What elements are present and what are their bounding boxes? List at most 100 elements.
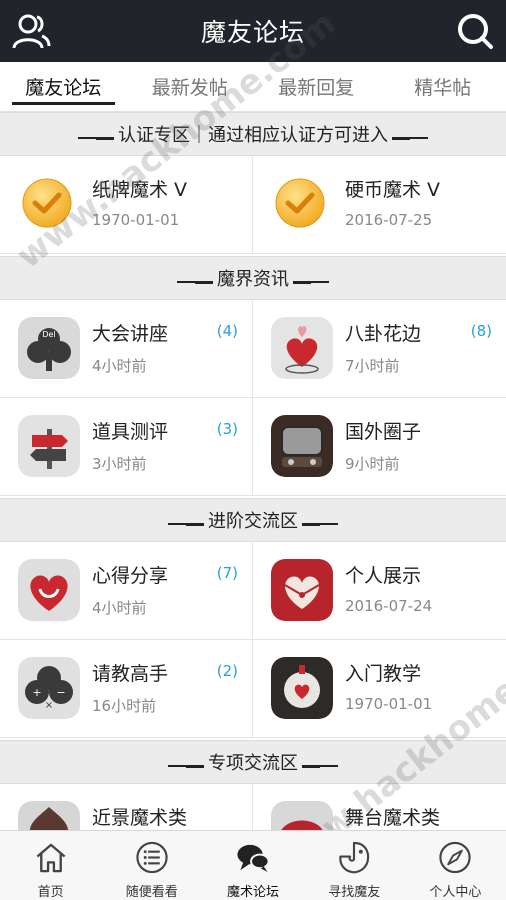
red-umbrella-icon xyxy=(271,801,333,830)
search-icon[interactable] xyxy=(456,12,494,50)
forum-name: 国外圈子 xyxy=(345,421,422,443)
svg-text:+: + xyxy=(32,686,41,699)
forum-card-beginner[interactable]: 入门教学 1970-01-01 xyxy=(253,640,506,737)
forum-row: 近景魔术类 舞台魔术类 xyxy=(0,784,506,830)
forum-name: 道具测评 xyxy=(92,421,169,443)
section-header-news: 魔界资讯 xyxy=(0,256,506,300)
forum-time: 7小时前 xyxy=(345,357,400,375)
forum-time: 1970-01-01 xyxy=(92,211,180,229)
title-decoration xyxy=(168,758,204,768)
forum-time: 4小时前 xyxy=(92,599,147,617)
spade-hat-icon xyxy=(18,801,80,830)
forum-name: 大会讲座 xyxy=(92,323,169,345)
tv-icon xyxy=(271,415,333,477)
nav-label: 首页 xyxy=(37,885,64,900)
tab-latest-posts[interactable]: 最新发帖 xyxy=(127,62,254,111)
forum-time: 9小时前 xyxy=(345,455,400,473)
nav-label: 魔术论坛 xyxy=(227,885,280,900)
title-decoration xyxy=(302,758,338,768)
section-title: 认证专区｜通过相应认证方可进入 xyxy=(118,125,388,146)
title-decoration xyxy=(302,516,338,526)
new-post-count: (8) xyxy=(470,322,492,340)
new-post-count: (4) xyxy=(216,322,238,340)
forum-card-gossip[interactable]: 八卦花边 7小时前 (8) xyxy=(253,300,506,397)
svg-text:Del: Del xyxy=(42,330,55,339)
nav-find-friends[interactable]: 寻找魔友 xyxy=(304,831,405,900)
forum-row: + − × 请教高手 16小时前 (2) 入门教学 1970-01-01 xyxy=(0,640,506,738)
check-badge-icon xyxy=(22,178,72,228)
forum-card-prop-review[interactable]: 道具测评 3小时前 (3) xyxy=(0,398,253,495)
forum-card-ask-experts[interactable]: + − × 请教高手 16小时前 (2) xyxy=(0,640,253,737)
forum-card-overseas[interactable]: 国外圈子 9小时前 xyxy=(253,398,506,495)
club-calculator-icon: + − × xyxy=(18,657,80,719)
nav-profile[interactable]: 个人中心 xyxy=(405,831,506,900)
forum-card-showcase[interactable]: 个人展示 2016-07-24 xyxy=(253,542,506,639)
forum-time: 16小时前 xyxy=(92,697,157,715)
check-badge-icon xyxy=(275,178,325,228)
forum-time: 1970-01-01 xyxy=(345,695,433,713)
forum-name: 个人展示 xyxy=(345,565,422,587)
section-title: 进阶交流区 xyxy=(208,511,298,532)
nav-label: 随便看看 xyxy=(125,885,178,900)
find-friend-icon xyxy=(339,841,370,874)
page-title: 魔友论坛 xyxy=(200,18,305,47)
forum-card-closeup[interactable]: 近景魔术类 xyxy=(0,784,253,830)
section-header-advanced: 进阶交流区 xyxy=(0,498,506,542)
new-post-count: (7) xyxy=(216,564,238,582)
list-icon xyxy=(136,841,168,874)
heart-card-icon xyxy=(271,657,333,719)
forum-time: 4小时前 xyxy=(92,357,147,375)
bottom-nav: 首页 随便看看 魔术论坛 寻找魔友 个人中心 xyxy=(0,830,506,900)
forum-name: 近景魔术类 xyxy=(92,807,188,829)
hearts-icon xyxy=(271,317,333,379)
heart-envelope-icon xyxy=(271,559,333,621)
tab-forum[interactable]: 魔友论坛 xyxy=(0,62,127,111)
title-bar: 魔友论坛 xyxy=(0,0,506,62)
compass-icon xyxy=(439,841,472,874)
forum-row: Del 大会讲座 4小时前 (4) 八卦花边 7小时前 (8) xyxy=(0,300,506,398)
title-decoration xyxy=(177,274,213,284)
title-decoration xyxy=(293,274,329,284)
user-profile-icon[interactable] xyxy=(10,11,52,51)
nav-label: 个人中心 xyxy=(429,885,482,900)
forum-row: 纸牌魔术 V 1970-01-01 硬币魔术 V 2016-07-25 xyxy=(0,156,506,254)
forum-name: 八卦花边 xyxy=(345,323,422,345)
forum-time: 3小时前 xyxy=(92,455,147,473)
section-title: 魔界资讯 xyxy=(217,269,289,290)
forum-name: 入门教学 xyxy=(345,663,422,685)
tab-bar: 魔友论坛 最新发帖 最新回复 精华帖 xyxy=(0,62,506,112)
forum-card-coin-magic[interactable]: 硬币魔术 V 2016-07-25 xyxy=(253,156,506,253)
forum-name: 心得分享 xyxy=(92,565,169,587)
nav-home[interactable]: 首页 xyxy=(0,831,101,900)
club-del-icon: Del xyxy=(18,317,80,379)
forum-row: 心得分享 4小时前 (7) 个人展示 2016-07-24 xyxy=(0,542,506,640)
new-post-count: (2) xyxy=(216,662,238,680)
signpost-icon xyxy=(18,415,80,477)
chat-bubbles-icon xyxy=(237,844,270,873)
tab-featured[interactable]: 精华帖 xyxy=(380,62,506,111)
forum-card-experience[interactable]: 心得分享 4小时前 (7) xyxy=(0,542,253,639)
section-header-special: 专项交流区 xyxy=(0,740,506,784)
nav-magic-forum[interactable]: 魔术论坛 xyxy=(202,831,303,900)
forum-name: 硬币魔术 V xyxy=(345,179,441,201)
svg-text:×: × xyxy=(45,700,53,711)
home-icon xyxy=(36,843,65,873)
title-decoration xyxy=(168,516,204,526)
section-header-certification: 认证专区｜通过相应认证方可进入 xyxy=(0,112,506,156)
forum-time: 2016-07-24 xyxy=(345,597,433,615)
new-post-count: (3) xyxy=(216,420,238,438)
nav-label: 寻找魔友 xyxy=(328,885,381,900)
forum-time: 2016-07-25 xyxy=(345,211,433,229)
nav-browse[interactable]: 随便看看 xyxy=(101,831,202,900)
forum-card-stage[interactable]: 舞台魔术类 xyxy=(253,784,506,830)
forum-card-card-magic[interactable]: 纸牌魔术 V 1970-01-01 xyxy=(0,156,253,253)
forum-name: 舞台魔术类 xyxy=(345,807,441,829)
forum-row: 道具测评 3小时前 (3) 国外圈子 9小时前 xyxy=(0,398,506,496)
title-decoration xyxy=(78,130,114,140)
forum-name: 请教高手 xyxy=(92,663,169,685)
heart-smile-icon xyxy=(18,559,80,621)
tab-latest-replies[interactable]: 最新回复 xyxy=(253,62,380,111)
forum-name: 纸牌魔术 V xyxy=(92,179,188,201)
svg-text:−: − xyxy=(56,686,65,699)
forum-card-conference[interactable]: Del 大会讲座 4小时前 (4) xyxy=(0,300,253,397)
